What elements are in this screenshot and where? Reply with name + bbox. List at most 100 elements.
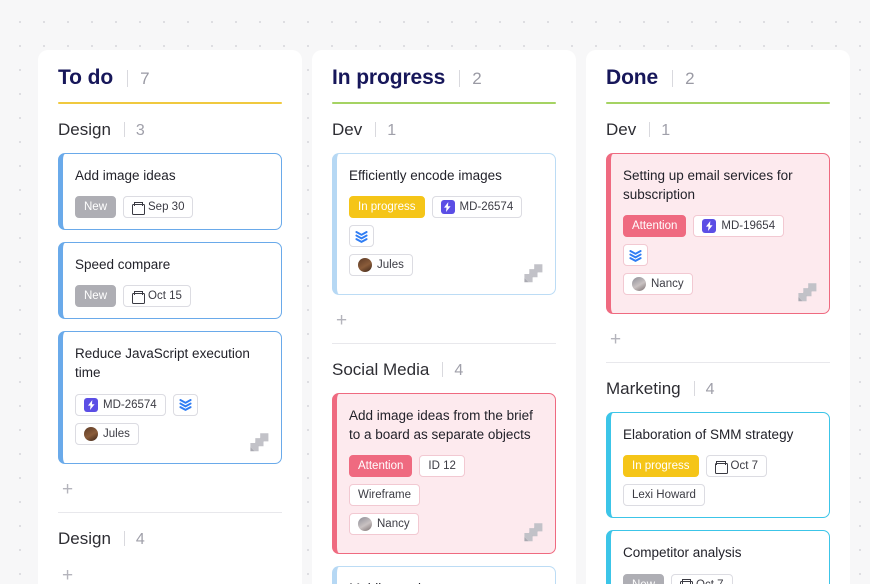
group-header-divider xyxy=(649,122,651,137)
kanban-card[interactable]: Add image ideas New Sep 30 xyxy=(58,153,282,231)
priority-pill[interactable] xyxy=(623,244,648,267)
ticket-pill[interactable]: MD-19654 xyxy=(693,215,785,238)
status-badge[interactable]: In progress xyxy=(349,196,425,219)
card-meta-row: Lexi Howard xyxy=(623,484,815,507)
group-header[interactable]: Social Media 4 xyxy=(332,360,556,380)
jira-watermark-icon xyxy=(247,430,271,454)
priority-pill[interactable] xyxy=(349,225,374,248)
due-date-pill[interactable]: Oct 7 xyxy=(671,573,733,584)
due-date-pill[interactable]: Oct 7 xyxy=(705,455,768,478)
column-header-divider xyxy=(127,70,129,87)
group-title: Social Media xyxy=(332,360,430,380)
assignee-name-label: Nancy xyxy=(377,518,410,531)
group-header[interactable]: Dev 1 xyxy=(332,120,556,140)
priority-chevrons-icon xyxy=(179,398,192,411)
column-accent-rule xyxy=(606,102,830,104)
priority-chevrons-icon xyxy=(355,230,368,243)
kanban-card[interactable]: Setting up email services for subscripti… xyxy=(606,153,830,315)
card-meta-row: New Oct 7 xyxy=(623,573,815,584)
assignee-pill[interactable]: Nancy xyxy=(623,273,693,296)
due-date-pill[interactable]: Oct 15 xyxy=(123,285,191,308)
group-title: Design xyxy=(58,120,111,139)
kanban-column-inprogress: In progress 2 Dev 1 Efficiently encode image… xyxy=(312,50,576,584)
group-card-count: 4 xyxy=(454,362,464,380)
status-badge[interactable]: New xyxy=(75,285,117,308)
kanban-board: To do 7 Design 3 Add image ideas New Sep 30 Spe… xyxy=(0,0,870,584)
card-meta-row: Nancy xyxy=(349,513,541,536)
group-header[interactable]: Marketing 4 xyxy=(606,379,830,399)
kanban-card[interactable]: Add image ideas from the brief to a boar… xyxy=(332,393,556,555)
due-date-label: Oct 15 xyxy=(148,290,182,303)
card-meta-row: In progress MD-26574 xyxy=(349,196,541,248)
column-card-count: 7 xyxy=(140,69,150,88)
group-header[interactable]: Dev 1 xyxy=(606,120,830,140)
card-title: Setting up email services for subscripti… xyxy=(623,168,793,203)
card-meta-row: Jules xyxy=(75,422,267,445)
card-meta-row: Attention MD-19654 xyxy=(623,215,815,267)
status-badge-label: Attention xyxy=(632,220,678,233)
priority-pill[interactable] xyxy=(172,393,198,416)
add-card-button[interactable]: + xyxy=(62,566,73,584)
add-card-button[interactable]: + xyxy=(336,311,347,330)
status-badge[interactable]: Attention xyxy=(623,215,687,238)
tag-pill[interactable]: Lexi Howard xyxy=(623,484,705,507)
column-accent-rule xyxy=(332,102,556,104)
status-badge-label: In progress xyxy=(632,460,690,473)
status-badge[interactable]: In progress xyxy=(623,455,699,478)
add-card-button[interactable]: + xyxy=(610,330,621,349)
calendar-icon xyxy=(132,290,146,304)
assignee-pill[interactable]: Jules xyxy=(349,254,413,277)
kanban-card[interactable]: Mobile versionIn progressMD-26574 xyxy=(332,566,556,584)
status-badge[interactable]: New xyxy=(623,573,665,584)
due-date-label: Sep 30 xyxy=(148,201,185,214)
ticket-type-icon xyxy=(702,219,717,234)
avatar xyxy=(84,426,98,441)
group-title: Design xyxy=(58,528,111,548)
ticket-pill[interactable]: MD-26574 xyxy=(431,196,523,219)
column-title: Done xyxy=(606,66,659,89)
status-badge[interactable]: Attention xyxy=(349,455,413,478)
jira-watermark-icon xyxy=(521,520,545,544)
add-card-row: + xyxy=(606,326,830,360)
group-header-divider xyxy=(375,122,377,137)
kanban-card[interactable]: Elaboration of SMM strategy In progress Oc… xyxy=(606,412,830,519)
ticket-pill[interactable]: MD-26574 xyxy=(75,393,166,416)
tag-pill[interactable]: ID 12 xyxy=(419,455,465,478)
group-header[interactable]: Design 3 xyxy=(58,120,282,140)
card-title: Add image ideas xyxy=(75,168,176,183)
status-badge-label: In progress xyxy=(358,201,416,214)
kanban-card[interactable]: Efficiently encode images In progress MD-2… xyxy=(332,153,556,296)
kanban-card[interactable]: Speed compare New Oct 15 xyxy=(58,242,282,320)
column-header-divider xyxy=(672,70,674,87)
jira-watermark-icon xyxy=(521,261,545,285)
card-meta-row: New Sep 30 xyxy=(75,196,267,219)
group-divider xyxy=(606,362,830,364)
group-title: Dev xyxy=(606,120,637,139)
status-badge-label: Attention xyxy=(358,460,404,473)
jira-watermark-icon xyxy=(795,280,819,304)
status-badge[interactable]: New xyxy=(75,196,117,219)
add-card-row: + xyxy=(332,307,556,341)
group-header-divider xyxy=(123,530,125,546)
card-title: Mobile version xyxy=(349,579,541,584)
group-header-divider xyxy=(442,362,444,378)
card-meta-row: Nancy xyxy=(623,273,815,296)
card-title: Reduce JavaScript execution time xyxy=(75,346,250,381)
due-date-pill[interactable]: Sep 30 xyxy=(123,196,194,219)
add-card-button[interactable]: + xyxy=(62,480,73,499)
kanban-card[interactable]: Competitor analysis New Oct 7 xyxy=(606,530,830,584)
card-title: Competitor analysis xyxy=(623,545,742,561)
group-header[interactable]: Design 4 xyxy=(58,529,282,549)
assignee-pill[interactable]: Jules xyxy=(75,422,139,445)
group-card-count: 1 xyxy=(387,122,397,139)
calendar-icon xyxy=(714,460,728,474)
card-title: Speed compare xyxy=(75,257,171,273)
due-date-label: Oct 7 xyxy=(730,460,759,473)
tag-pill[interactable]: Wireframe xyxy=(349,484,421,507)
assignee-pill[interactable]: Nancy xyxy=(349,513,419,536)
kanban-card[interactable]: Reduce JavaScript execution time MD-26574… xyxy=(58,331,282,464)
card-title: Elaboration of SMM strategy xyxy=(623,427,794,443)
group-card-count: 4 xyxy=(705,381,715,399)
avatar xyxy=(632,277,646,292)
card-meta-row: MD-26574 xyxy=(75,393,267,416)
